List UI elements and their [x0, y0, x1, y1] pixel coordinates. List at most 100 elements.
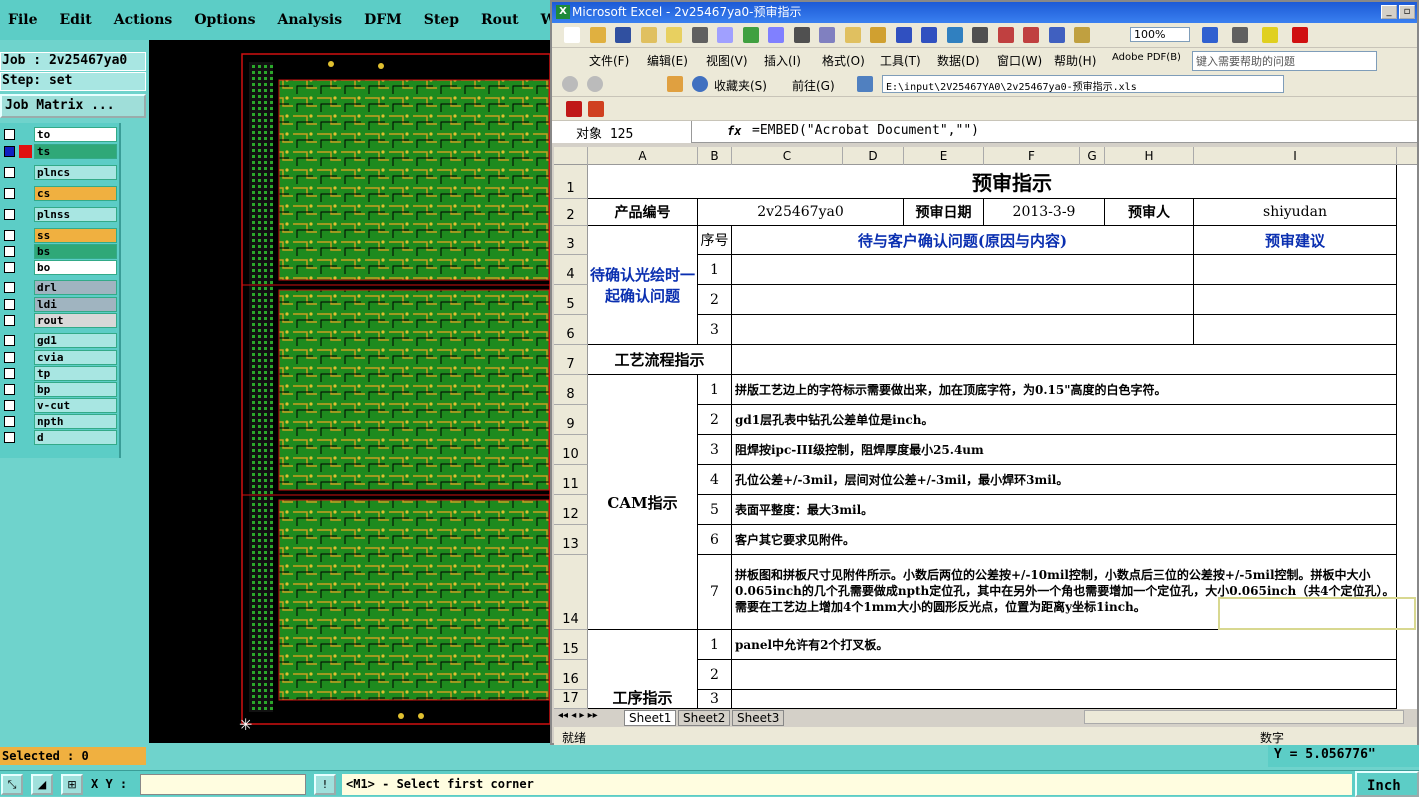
tab-sheet3[interactable]: Sheet3 — [732, 710, 785, 726]
layer-row-drl[interactable]: drl — [2, 280, 117, 295]
excel-menu-item[interactable]: 视图(V) — [706, 52, 748, 69]
undo-icon[interactable] — [895, 27, 912, 43]
seq-cell[interactable]: 1 — [698, 255, 732, 285]
cam-item-number[interactable]: 5 — [698, 495, 732, 525]
proc-item-text[interactable]: panel中允许有2个打叉板。 — [732, 630, 1397, 660]
tab-sheet2[interactable]: Sheet2 — [678, 710, 731, 726]
layer-row-bo[interactable]: bo — [2, 260, 117, 275]
row-header[interactable]: 16 — [554, 660, 588, 690]
row-header[interactable]: 4 — [554, 255, 588, 285]
reviewer-value[interactable]: shiyudan — [1194, 199, 1397, 226]
layer-row-cvia[interactable]: cvia — [2, 350, 117, 365]
sort-desc-icon[interactable] — [1023, 27, 1039, 43]
cam-item-text[interactable]: 表面平整度：最大3mil。 — [732, 495, 1397, 525]
cam-item-number[interactable]: 6 — [698, 525, 732, 555]
excel-menu-item[interactable]: 格式(O) — [822, 52, 865, 69]
row-header[interactable]: 13 — [554, 525, 588, 555]
cam-item-number[interactable]: 4 — [698, 465, 732, 495]
copy-icon[interactable] — [819, 27, 835, 43]
excel-menu-item[interactable]: Adobe PDF(B) — [1112, 52, 1181, 63]
proc-item-number[interactable]: 3 — [698, 690, 732, 709]
sort-asc-icon[interactable] — [997, 27, 1014, 43]
layer-checkbox[interactable] — [4, 400, 15, 411]
cam-menu-edit[interactable]: Edit — [59, 12, 91, 28]
confirm-label[interactable]: 待确认光绘时一起确认问题 — [588, 226, 698, 345]
permission-icon[interactable] — [640, 27, 657, 43]
worksheet[interactable]: ABCDEFGHI 1 2 3 4 5 6 7 8 9 10 11 12 13 14 15 16 17 预审指示产… — [554, 147, 1417, 709]
layer-checkbox[interactable] — [4, 230, 15, 241]
research-icon[interactable] — [768, 27, 784, 43]
mail-icon[interactable] — [666, 27, 682, 43]
layer-checkbox[interactable] — [4, 352, 15, 363]
hyperlink-icon[interactable] — [946, 27, 963, 43]
layer-checkbox[interactable] — [4, 384, 15, 395]
row-header[interactable]: 1 — [554, 165, 588, 199]
date-label[interactable]: 预审日期 — [904, 199, 984, 226]
zoom-select[interactable]: 100% — [1130, 27, 1190, 42]
process-cell[interactable] — [732, 345, 1397, 375]
excel-menu-item[interactable]: 帮助(H) — [1054, 52, 1096, 69]
show-web-toolbar-icon[interactable] — [857, 76, 873, 92]
cam-item-text[interactable]: 拼版工艺边上的字符标示需要做出来，加在顶底字符，为0.15"高度的白色字符。 — [732, 375, 1397, 405]
align-icon[interactable] — [1232, 27, 1248, 43]
row-header[interactable]: 11 — [554, 465, 588, 495]
layer-row-rout[interactable]: rout — [2, 313, 117, 328]
layer-row-bp[interactable]: bp — [2, 382, 117, 397]
layer-checkbox[interactable] — [4, 416, 15, 427]
pcb-graphic-view[interactable]: ✳ — [149, 40, 550, 743]
proc-item-text[interactable] — [732, 660, 1397, 690]
layer-checkbox[interactable] — [4, 299, 15, 310]
column-header-A[interactable]: A — [588, 147, 698, 165]
cam-menu-step[interactable]: Step — [424, 12, 459, 28]
excel-menu-item[interactable]: 插入(I) — [764, 52, 801, 69]
layer-row-ts[interactable]: ts — [2, 144, 117, 159]
row-header[interactable]: 7 — [554, 345, 588, 375]
layer-checkbox[interactable] — [4, 432, 15, 443]
excel-menu-item[interactable]: 工具(T) — [880, 52, 921, 69]
suggest-cell[interactable] — [1194, 315, 1397, 345]
layer-checkbox[interactable] — [4, 335, 15, 346]
restore-icon[interactable]: ▫ — [1399, 5, 1415, 19]
layer-checkbox[interactable] — [4, 315, 15, 326]
layer-row-to[interactable]: to — [2, 127, 117, 142]
layer-row-cs[interactable]: cs — [2, 186, 117, 201]
row-header[interactable]: 10 — [554, 435, 588, 465]
name-box[interactable]: 对象 125 — [552, 121, 692, 143]
reviewer-label[interactable]: 预审人 — [1105, 199, 1194, 226]
address-input[interactable]: E:\input\2V25467YA0\2v25467ya0-预审指示.xls — [882, 75, 1284, 93]
tab-sheet1[interactable]: Sheet1 — [624, 710, 677, 726]
proc-item-number[interactable]: 2 — [698, 660, 732, 690]
alert-icon[interactable]: ! — [314, 774, 336, 795]
date-value[interactable]: 2013-3-9 — [984, 199, 1105, 226]
cut-icon[interactable] — [793, 27, 810, 43]
cam-menu-actions[interactable]: Actions — [114, 12, 173, 28]
pan-icon[interactable]: ◢ — [31, 774, 53, 795]
layer-checkbox[interactable] — [4, 262, 15, 273]
excel-menu-item[interactable]: 窗口(W) — [997, 52, 1042, 69]
drawing-icon[interactable] — [1074, 27, 1090, 43]
suggest-header[interactable]: 预审建议 — [1194, 226, 1397, 255]
row-header[interactable]: 15 — [554, 630, 588, 660]
proc-item-text[interactable] — [732, 690, 1397, 709]
layer-row-gd1[interactable]: gd1 — [2, 333, 117, 348]
layer-row-ldi[interactable]: ldi — [2, 297, 117, 312]
column-header-E[interactable]: E — [904, 147, 984, 165]
excel-menu-item[interactable]: 编辑(E) — [647, 52, 688, 69]
favorites-menu[interactable]: 收藏夹(S) — [714, 77, 767, 94]
column-header-C[interactable]: C — [732, 147, 843, 165]
cam-menu-file[interactable]: File — [8, 12, 37, 28]
column-header-I[interactable]: I — [1194, 147, 1397, 165]
column-header-G[interactable]: G — [1080, 147, 1105, 165]
zoom-area-icon[interactable]: ⤡ — [1, 774, 23, 795]
column-header-F[interactable]: F — [984, 147, 1080, 165]
column-header-B[interactable]: B — [698, 147, 732, 165]
row-header[interactable]: 5 — [554, 285, 588, 315]
proc-item-number[interactable]: 1 — [698, 630, 732, 660]
product-label[interactable]: 产品编号 — [588, 199, 698, 226]
layer-checkbox[interactable] — [4, 246, 15, 257]
spelling-icon[interactable] — [742, 27, 759, 43]
row-header[interactable]: 6 — [554, 315, 588, 345]
goto-menu[interactable]: 前往(G) — [792, 77, 835, 94]
row-header[interactable]: 17 — [554, 690, 588, 709]
fill-color-icon[interactable] — [1262, 27, 1278, 43]
